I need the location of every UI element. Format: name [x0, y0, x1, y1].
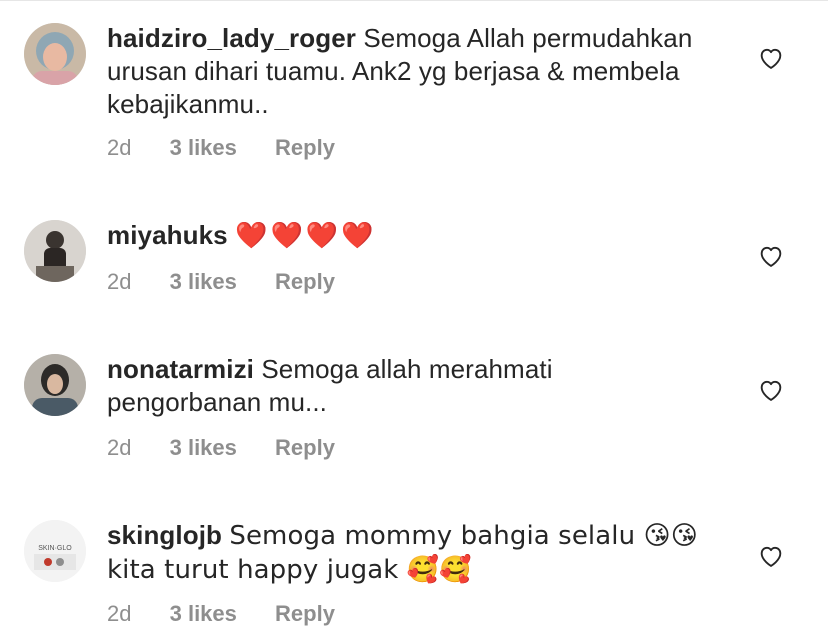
heart-outline-icon[interactable] — [757, 376, 785, 404]
reply-button[interactable]: Reply — [275, 135, 335, 161]
comment-text: miyahuks ❤️❤️❤️❤️ — [107, 219, 707, 253]
comment-time: 2d — [107, 601, 132, 626]
comment-meta: 2d 3 likes Reply — [107, 601, 367, 627]
comment-meta: 2d 3 likes Reply — [107, 435, 367, 461]
comment-username[interactable]: skinglojb — [107, 520, 222, 550]
comment-text: haidziro_lady_roger Semoga Allah permuda… — [107, 22, 707, 121]
comment-text: nonatarmizi Semoga allah merahmati pengo… — [107, 353, 707, 419]
reply-button[interactable]: Reply — [275, 269, 335, 295]
comment-text: skinglojb Semoga mommy bahgia selalu 😘😘 … — [107, 519, 707, 587]
comment-time: 2d — [107, 269, 132, 294]
comment-likes[interactable]: 3 likes — [170, 135, 237, 161]
heart-outline-icon[interactable] — [757, 242, 785, 270]
comment-username[interactable]: haidziro_lady_roger — [107, 23, 356, 53]
comment-username[interactable]: nonatarmizi — [107, 354, 254, 384]
avatar[interactable]: SKIN·GLO — [24, 520, 86, 582]
reply-button[interactable]: Reply — [275, 601, 335, 627]
comment-time: 2d — [107, 435, 132, 460]
avatar-logo-text: SKIN·GLO — [38, 545, 72, 552]
avatar[interactable] — [24, 354, 86, 416]
avatar[interactable] — [24, 220, 86, 282]
comment-username[interactable]: miyahuks — [107, 220, 228, 250]
comment-meta: 2d 3 likes Reply — [107, 269, 367, 295]
comment-body: ❤️❤️❤️❤️ — [235, 221, 377, 251]
comment-likes[interactable]: 3 likes — [170, 435, 237, 461]
divider — [0, 0, 828, 1]
heart-outline-icon[interactable] — [757, 542, 785, 570]
heart-outline-icon[interactable] — [757, 44, 785, 72]
reply-button[interactable]: Reply — [275, 435, 335, 461]
comment-time: 2d — [107, 135, 132, 160]
comment-likes[interactable]: 3 likes — [170, 601, 237, 627]
comment-meta: 2d 3 likes Reply — [107, 135, 367, 161]
comments-list: haidziro_lady_roger Semoga Allah permuda… — [0, 0, 828, 639]
avatar[interactable] — [24, 23, 86, 85]
comment-likes[interactable]: 3 likes — [170, 269, 237, 295]
